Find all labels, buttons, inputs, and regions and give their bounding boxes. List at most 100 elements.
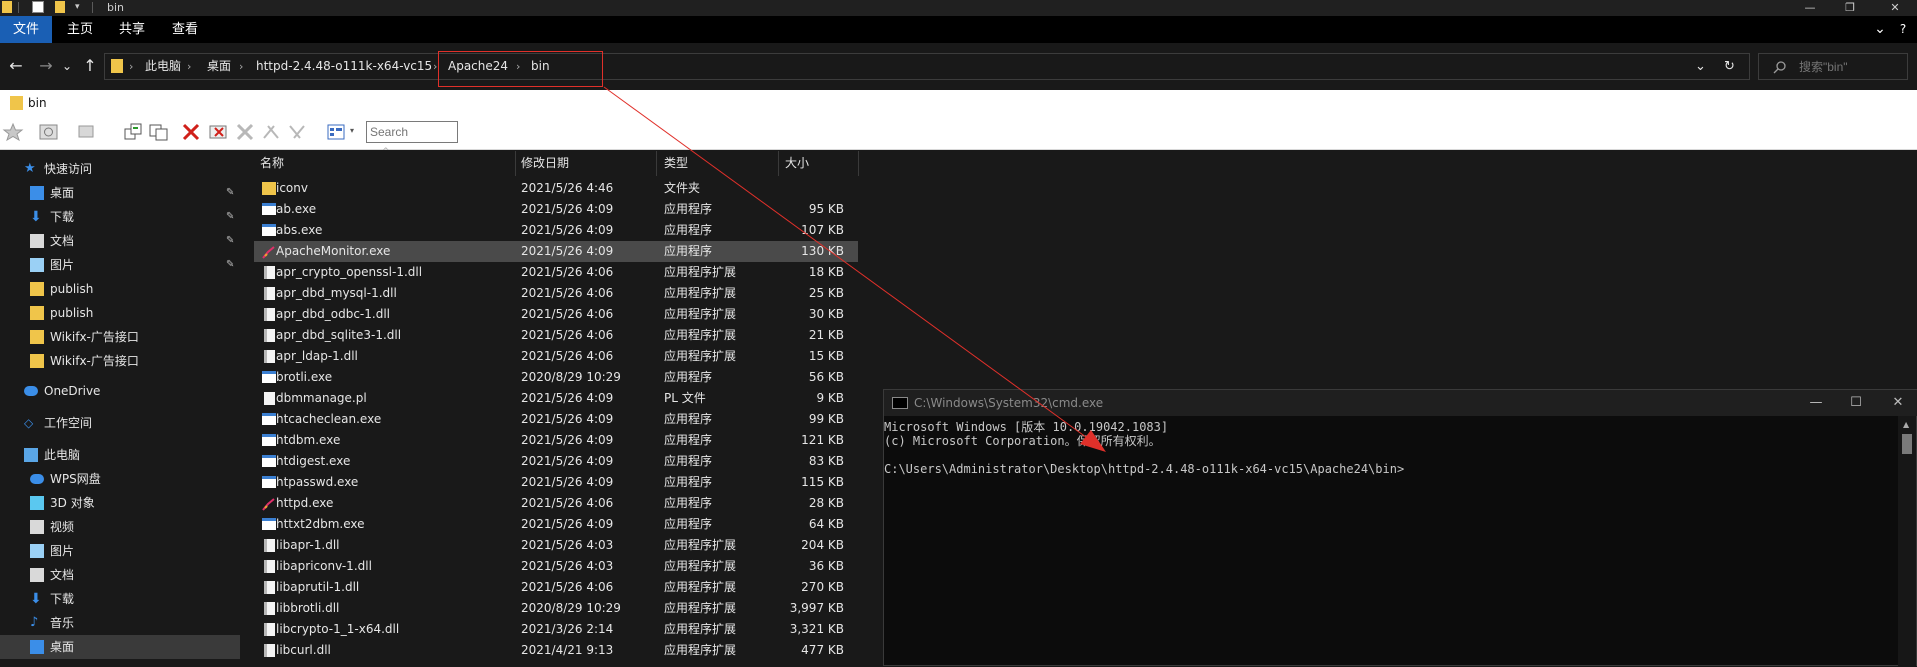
- up-button[interactable]: ↑: [80, 55, 100, 77]
- cmd-close-button[interactable]: ✕: [1878, 390, 1917, 416]
- maximize-button[interactable]: ❐: [1830, 0, 1870, 16]
- column-name[interactable]: 名称: [260, 151, 284, 176]
- sidebar-item[interactable]: 文档: [0, 563, 240, 587]
- column-divider[interactable]: [778, 151, 779, 176]
- tab-home[interactable]: 主页: [58, 16, 102, 43]
- close-others-icon[interactable]: [234, 122, 256, 142]
- delete-icon[interactable]: [180, 122, 202, 142]
- file-row[interactable]: apr_ldap-1.dll 2021/5/26 4:06 应用程序扩展 15 KB: [254, 346, 858, 367]
- sidebar-item[interactable]: ◇ 工作空间: [0, 411, 240, 435]
- file-row[interactable]: apr_crypto_openssl-1.dll 2021/5/26 4:06 应用…: [254, 262, 858, 283]
- refresh-icon[interactable]: ↻: [1724, 54, 1735, 79]
- scroll-up-icon[interactable]: ▲: [1903, 420, 1909, 429]
- view-icon[interactable]: [76, 122, 98, 142]
- layout-icon[interactable]: [326, 122, 348, 142]
- file-row[interactable]: httxt2dbm.exe 2021/5/26 4:09 应用程序 64 KB: [254, 514, 858, 535]
- file-row[interactable]: libcurl.dll 2021/4/21 9:13 应用程序扩展 477 KB: [254, 640, 858, 661]
- file-row[interactable]: libapr-1.dll 2021/5/26 4:03 应用程序扩展 204 KB: [254, 535, 858, 556]
- cmd-minimize-button[interactable]: —: [1796, 390, 1836, 416]
- chevron-down-icon[interactable]: ▾: [350, 126, 354, 135]
- sidebar-item[interactable]: 桌面 ✎: [0, 181, 240, 205]
- close-left-icon[interactable]: [260, 122, 282, 142]
- tab-share[interactable]: 共享: [110, 16, 154, 43]
- sidebar-item[interactable]: ⬇ 下载: [0, 587, 240, 611]
- cmd-output[interactable]: Microsoft Windows [版本 10.0.19042.1083] (c…: [884, 420, 1894, 667]
- new-folder-icon[interactable]: [55, 1, 65, 13]
- breadcrumb-separator[interactable]: ›: [187, 54, 191, 79]
- toolbar-search-input[interactable]: [366, 121, 458, 143]
- file-row[interactable]: ApacheMonitor.exe 2021/5/26 4:09 应用程序 130 K…: [254, 241, 858, 262]
- minimize-button[interactable]: —: [1790, 0, 1830, 16]
- history-icon[interactable]: [38, 122, 60, 142]
- breadcrumb-separator[interactable]: ›: [239, 54, 243, 79]
- breadcrumb-separator[interactable]: ›: [129, 54, 133, 79]
- sidebar-item[interactable]: 桌面: [0, 635, 240, 659]
- forward-button[interactable]: →: [36, 55, 56, 77]
- sidebar-item[interactable]: OneDrive: [0, 379, 240, 403]
- sidebar-item[interactable]: 3D 对象: [0, 491, 240, 515]
- cmd-maximize-button[interactable]: ☐: [1836, 390, 1876, 416]
- sidebar-item[interactable]: Wikifx-广告接口: [0, 325, 240, 349]
- cmd-scrollbar[interactable]: ▲: [1898, 416, 1916, 667]
- sidebar-item[interactable]: 图片: [0, 539, 240, 563]
- file-row[interactable]: libapriconv-1.dll 2021/5/26 4:03 应用程序扩展 36 …: [254, 556, 858, 577]
- close-button[interactable]: ✕: [1875, 0, 1915, 16]
- breadcrumb-separator[interactable]: ›: [433, 54, 437, 79]
- sidebar-item[interactable]: ♪ 音乐: [0, 611, 240, 635]
- copy-to-icon[interactable]: [122, 122, 144, 142]
- file-row[interactable]: brotli.exe 2020/8/29 10:29 应用程序 56 KB: [254, 367, 858, 388]
- sidebar-item[interactable]: ★ 快速访问: [0, 157, 240, 181]
- file-row[interactable]: httpd.exe 2021/5/26 4:06 应用程序 28 KB: [254, 493, 858, 514]
- sidebar-item[interactable]: Wikifx-广告接口: [0, 349, 240, 373]
- breadcrumb-this-pc[interactable]: 此电脑: [145, 54, 181, 79]
- file-row[interactable]: libcrypto-1_1-x64.dll 2021/3/26 2:14 应用程序扩…: [254, 619, 858, 640]
- duplicate-icon[interactable]: [148, 122, 170, 142]
- sidebar-item[interactable]: WPS网盘: [0, 467, 240, 491]
- file-row[interactable]: libaprutil-1.dll 2021/5/26 4:06 应用程序扩展 270 …: [254, 577, 858, 598]
- address-dropdown-icon[interactable]: ⌄: [1695, 54, 1706, 79]
- tab-view[interactable]: 查看: [163, 16, 207, 43]
- sidebar-item[interactable]: 图片 ✎: [0, 253, 240, 277]
- address-bar[interactable]: › 此电脑 › 桌面 › httpd-2.4.48-o111k-x64-vc15…: [104, 53, 1750, 80]
- breadcrumb-desktop[interactable]: 桌面: [207, 54, 231, 79]
- file-row[interactable]: htdigest.exe 2021/5/26 4:09 应用程序 83 KB: [254, 451, 858, 472]
- file-row[interactable]: apr_dbd_mysql-1.dll 2021/5/26 4:06 应用程序扩展 2…: [254, 283, 858, 304]
- sidebar-item[interactable]: 文档 ✎: [0, 229, 240, 253]
- column-date[interactable]: 修改日期: [521, 151, 569, 176]
- cmd-title-bar[interactable]: C:\Windows\System32\cmd.exe — ☐ ✕: [884, 390, 1917, 416]
- sidebar-item[interactable]: publish: [0, 301, 240, 325]
- search-input[interactable]: [1799, 58, 1904, 75]
- scroll-thumb[interactable]: [1902, 434, 1912, 454]
- column-type[interactable]: 类型: [664, 151, 688, 176]
- file-row[interactable]: dbmmanage.pl 2021/5/26 4:09 PL 文件 9 KB: [254, 388, 858, 409]
- sidebar-item[interactable]: publish: [0, 277, 240, 301]
- cmd-window[interactable]: C:\Windows\System32\cmd.exe — ☐ ✕ Micros…: [883, 389, 1917, 667]
- star-icon[interactable]: [2, 122, 24, 142]
- file-row[interactable]: iconv 2021/5/26 4:46 文件夹: [254, 178, 858, 199]
- folder-tab[interactable]: bin: [4, 93, 57, 113]
- properties-icon[interactable]: [32, 1, 44, 13]
- sidebar-item[interactable]: 此电脑: [0, 443, 240, 467]
- sidebar-item[interactable]: ⬇ 下载 ✎: [0, 205, 240, 229]
- back-button[interactable]: ←: [6, 55, 26, 77]
- recent-locations-button[interactable]: ⌄: [60, 55, 74, 77]
- quick-access-dropdown-icon[interactable]: ▾: [75, 3, 84, 12]
- column-divider[interactable]: [656, 151, 657, 176]
- file-row[interactable]: abs.exe 2021/5/26 4:09 应用程序 107 KB: [254, 220, 858, 241]
- file-row[interactable]: htpasswd.exe 2021/5/26 4:09 应用程序 115 KB: [254, 472, 858, 493]
- sidebar-item[interactable]: 视频: [0, 515, 240, 539]
- file-row[interactable]: libbrotli.dll 2020/8/29 10:29 应用程序扩展 3,997 …: [254, 598, 858, 619]
- ribbon-expand-icon[interactable]: ⌄: [1870, 16, 1890, 43]
- help-icon[interactable]: ?: [1893, 16, 1913, 43]
- close-right-icon[interactable]: [286, 122, 308, 142]
- file-row[interactable]: apr_dbd_sqlite3-1.dll 2021/5/26 4:06 应用程序扩…: [254, 325, 858, 346]
- file-row[interactable]: apr_dbd_odbc-1.dll 2021/5/26 4:06 应用程序扩展 30…: [254, 304, 858, 325]
- column-size[interactable]: 大小: [785, 151, 809, 176]
- column-divider[interactable]: [858, 151, 859, 176]
- tab-file[interactable]: 文件: [0, 16, 52, 43]
- file-row[interactable]: ab.exe 2021/5/26 4:09 应用程序 95 KB: [254, 199, 858, 220]
- search-box[interactable]: [1758, 53, 1908, 80]
- breadcrumb-httpd[interactable]: httpd-2.4.48-o111k-x64-vc15: [256, 54, 432, 79]
- file-row[interactable]: htcacheclean.exe 2021/5/26 4:09 应用程序 99 KB: [254, 409, 858, 430]
- delete-tab-icon[interactable]: [208, 122, 230, 142]
